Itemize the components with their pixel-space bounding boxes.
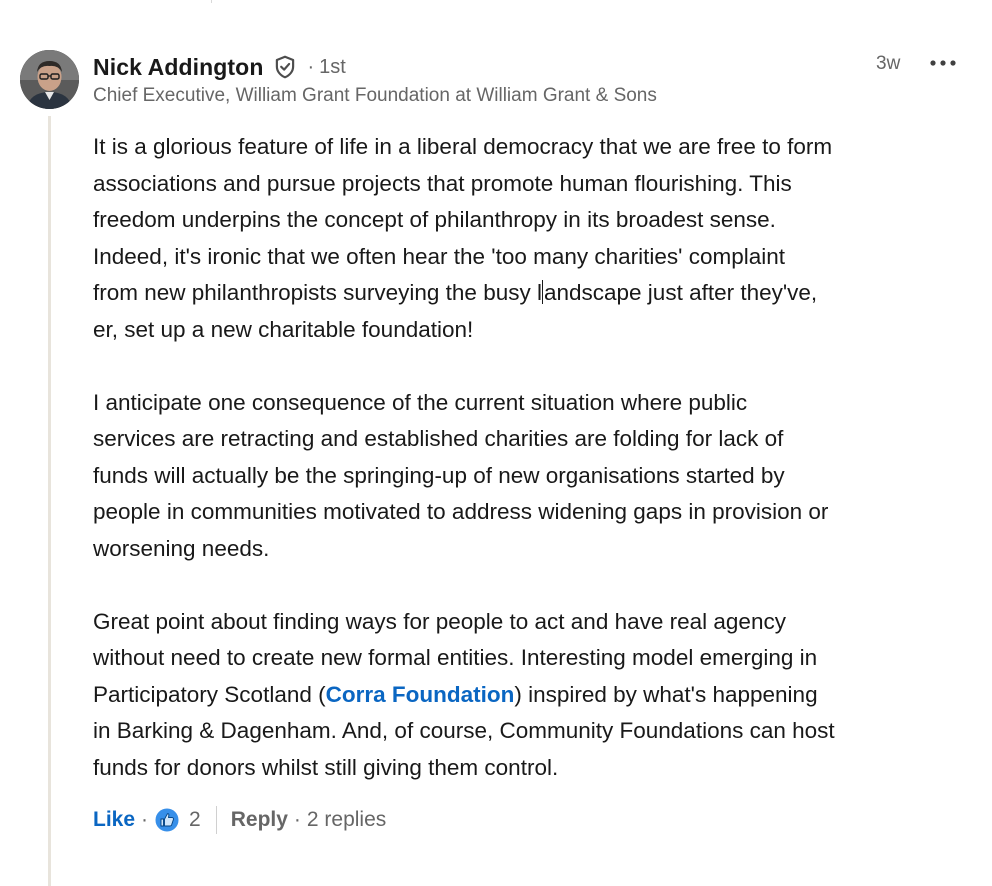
- author-avatar[interactable]: [20, 50, 79, 109]
- comment-paragraph: I anticipate one consequence of the curr…: [93, 389, 829, 561]
- thumbs-up-reaction-icon[interactable]: [154, 807, 180, 833]
- ellipsis-icon[interactable]: [928, 52, 958, 74]
- separator-dot: ·: [141, 808, 149, 831]
- comment-text: It is a glorious feature of life in a li…: [93, 129, 978, 786]
- author-name-row: Nick Addington · 1st: [93, 50, 972, 84]
- replies-count[interactable]: 2 replies: [307, 808, 386, 832]
- thread-line: [48, 116, 51, 886]
- text-cursor: [541, 280, 543, 304]
- top-divider-tick: [211, 0, 212, 3]
- comment-timestamp: 3w: [876, 53, 901, 74]
- reaction-count[interactable]: 2: [189, 808, 201, 832]
- comment-actions: Like · 2 Reply · 2 replies: [93, 803, 386, 837]
- corra-foundation-link[interactable]: Corra Foundation: [326, 682, 515, 707]
- comment-paragraph: It is a glorious feature of life in a li…: [93, 129, 978, 348]
- comment-paragraph: Great point about finding ways for peopl…: [93, 604, 978, 787]
- action-divider: [215, 806, 217, 834]
- shield-check-icon: [272, 54, 298, 80]
- author-headline: Chief Executive, William Grant Foundatio…: [93, 85, 657, 106]
- like-button[interactable]: Like: [93, 808, 135, 832]
- comment-header: Nick Addington · 1st Chief Executive, Wil…: [93, 50, 972, 107]
- connection-degree-label: 1st: [319, 55, 346, 78]
- separator-dot: ·: [293, 808, 301, 831]
- reply-button[interactable]: Reply: [231, 808, 288, 832]
- connection-degree: · 1st: [307, 55, 346, 78]
- author-name[interactable]: Nick Addington: [93, 54, 263, 81]
